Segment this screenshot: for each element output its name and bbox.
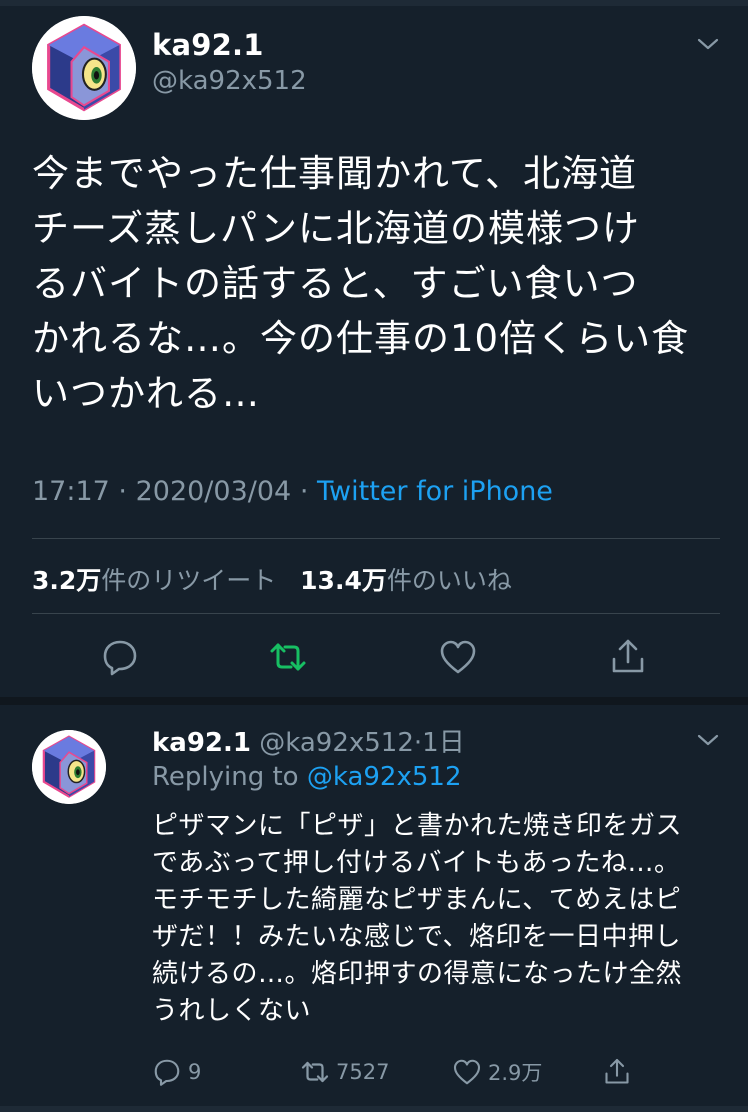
tweet-meta: 17:17 · 2020/03/04 · Twitter for iPhone <box>32 476 553 507</box>
reply-count: 9 <box>188 1060 202 1084</box>
tweet-text-line: 今までやった仕事聞かれて、北海道 <box>32 152 638 195</box>
divider <box>32 613 720 614</box>
chevron-down-icon[interactable] <box>696 36 720 52</box>
share-icon <box>612 639 644 673</box>
retweet-button[interactable]: 7527 <box>300 1056 389 1088</box>
reply-text-line: ピザマンに「ピザ」と書かれた焼き印をガス <box>152 811 683 841</box>
avatar[interactable] <box>32 730 106 804</box>
tweet-text-line: チーズ蒸しパンに北海道の模様つけ <box>32 207 640 250</box>
main-tweet: ka92.1 @ka92x512 今までやった仕事聞かれて、北海道 チーズ蒸しパ… <box>0 6 748 701</box>
handle[interactable]: @ka92x512 <box>152 66 307 96</box>
retweets-stat[interactable]: 3.2万件のリツイート <box>32 566 276 595</box>
retweet-count: 7527 <box>336 1060 390 1084</box>
reply-button[interactable]: 9 <box>152 1056 201 1088</box>
avatar[interactable] <box>32 16 136 120</box>
tweet-source-link[interactable]: Twitter for iPhone <box>317 476 553 507</box>
mention-link[interactable]: @ka92x512 <box>307 762 462 792</box>
replying-label: Replying to <box>152 762 299 792</box>
divider <box>32 538 720 539</box>
like-icon <box>453 1059 481 1085</box>
share-button[interactable] <box>608 637 648 677</box>
tweet-text: 今までやった仕事聞かれて、北海道 チーズ蒸しパンに北海道の模様つけ るバイトの話… <box>32 146 732 421</box>
tweet-separator <box>0 697 748 705</box>
tweet-age: 1日 <box>422 728 465 758</box>
hexagon-eye-avatar-icon <box>32 730 106 804</box>
reply-text: ピザマンに「ピザ」と書かれた焼き印をガス であぶって押し付けるバイトもあったね…… <box>152 808 722 1030</box>
like-count: 13.4万 <box>300 566 387 595</box>
tweet-detail-page: ka92.1 @ka92x512 今までやった仕事聞かれて、北海道 チーズ蒸しパ… <box>0 0 748 1112</box>
like-icon <box>440 640 476 674</box>
retweet-button[interactable] <box>268 637 308 677</box>
reply-text-line: うれしくない <box>152 996 312 1026</box>
bottom-divider <box>0 1106 748 1112</box>
retweet-label: 件のリツイート <box>101 566 277 595</box>
like-button[interactable]: 2.9万 <box>452 1056 542 1088</box>
meta-dot: · <box>118 476 127 507</box>
handle[interactable]: @ka92x512 <box>259 728 414 758</box>
reply-icon <box>103 640 137 676</box>
reply-text-line: であぶって押し付けるバイトもあったね…。 <box>152 848 681 878</box>
display-name[interactable]: ka92.1 <box>152 728 251 758</box>
tweet-stats: 3.2万件のリツイート 13.4万件のいいね <box>32 561 512 597</box>
tweet-text-line: るバイトの話すると、すごい食いつ <box>32 262 639 305</box>
reply-text-line: モチモチした綺麗なピザまんに、てめえはピ <box>152 885 682 915</box>
like-label: 件のいいね <box>386 566 512 595</box>
tweet-text-line: かれるな…。今の仕事の10倍くらい食 <box>32 317 690 360</box>
display-name[interactable]: ka92.1 <box>152 28 264 62</box>
tweet-time: 17:17 <box>32 476 110 507</box>
tweet-date: 2020/03/04 <box>135 476 292 507</box>
retweet-count: 3.2万 <box>32 566 102 595</box>
reply-button[interactable] <box>100 637 140 677</box>
reply-text-line: 続けるの…。烙印押すの得意になったけ全然 <box>152 959 683 989</box>
reply-icon <box>154 1059 180 1086</box>
meta-dot: · <box>413 728 423 758</box>
likes-stat[interactable]: 13.4万件のいいね <box>300 566 512 595</box>
hexagon-eye-avatar-icon <box>32 16 136 120</box>
share-icon <box>605 1058 629 1084</box>
retweet-icon <box>270 643 306 671</box>
meta-dot: · <box>299 476 309 507</box>
share-button[interactable] <box>602 1056 638 1088</box>
retweet-icon <box>301 1061 329 1083</box>
replying-to: Replying to @ka92x512 <box>152 762 462 792</box>
like-button[interactable] <box>438 637 478 677</box>
chevron-down-icon[interactable] <box>696 732 720 748</box>
tweet-text-line: いつかれる… <box>32 372 260 415</box>
reply-header: ka92.1 @ka92x512·1日 <box>152 722 465 759</box>
like-count: 2.9万 <box>488 1061 543 1085</box>
reply-text-line: ザだ！！みたいな感じで、烙印を一日中押し <box>152 922 681 952</box>
